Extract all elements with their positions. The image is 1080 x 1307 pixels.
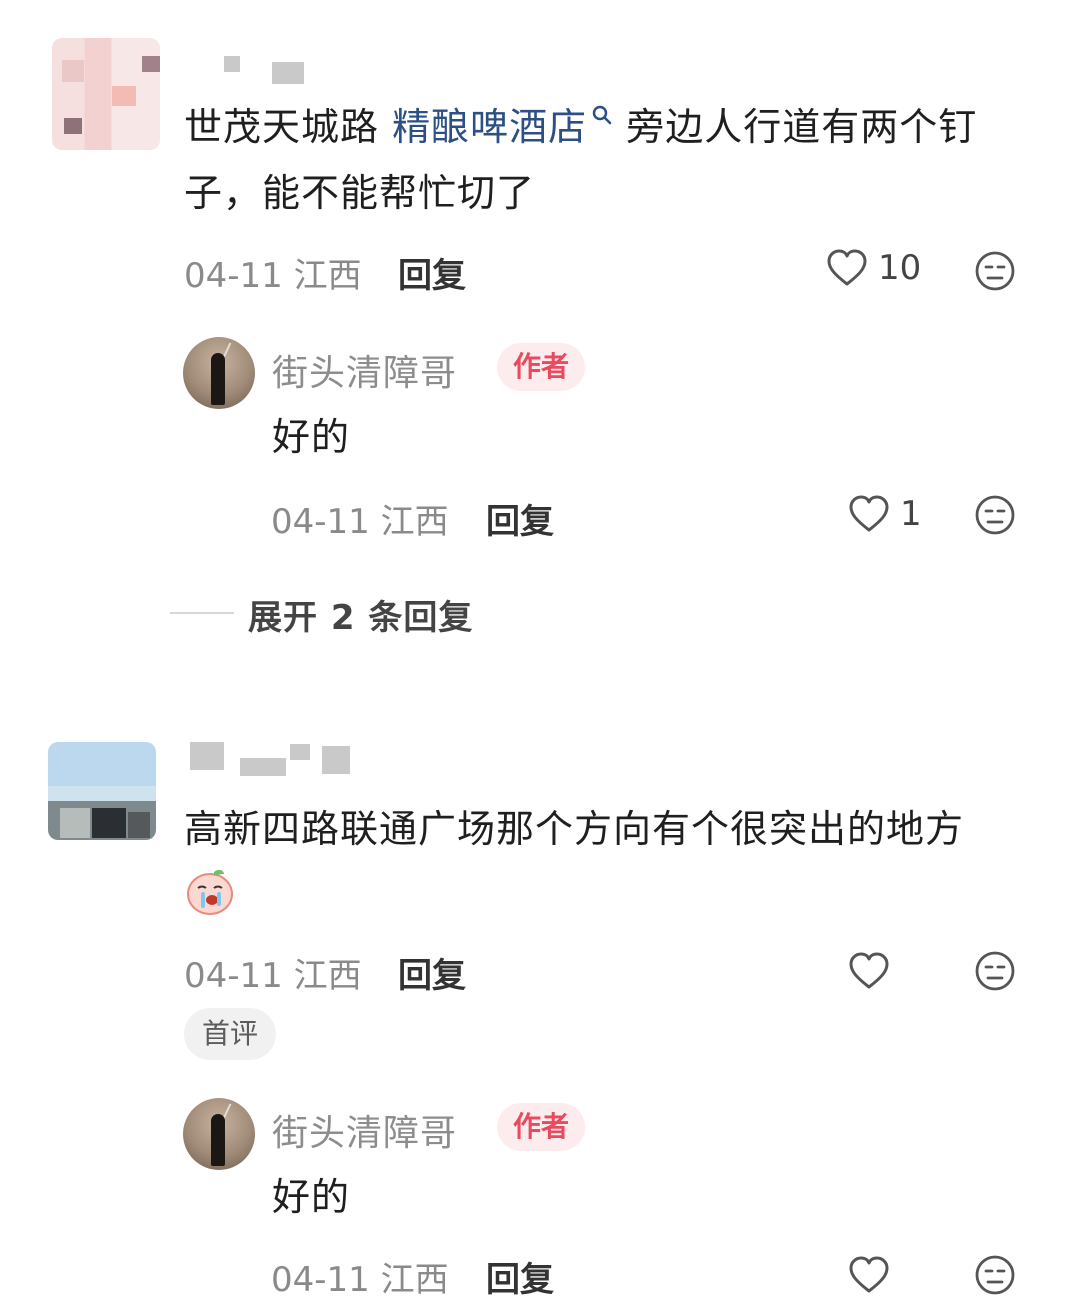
comment-search-link-label: 精酿啤酒店 <box>392 105 588 149</box>
sleepy-face-icon[interactable] <box>974 250 1016 292</box>
commenter-avatar[interactable] <box>48 742 156 840</box>
commenter-avatar[interactable] <box>52 38 160 150</box>
heart-icon[interactable] <box>848 952 890 990</box>
expand-replies-button[interactable]: 展开 2 条回复 <box>248 590 473 639</box>
comment-text-part: 旁边人行道有两个钉 <box>613 105 978 149</box>
reply-button[interactable]: 回复 <box>398 948 466 997</box>
commenter-name-redacted <box>272 62 304 84</box>
author-avatar[interactable] <box>183 1098 255 1170</box>
like-count: 10 <box>878 248 922 288</box>
heart-icon <box>849 495 889 532</box>
comment-text-part: 子，能不能帮忙切了 <box>184 171 536 215</box>
commenter-name-redacted <box>190 742 224 770</box>
reply-text: 好的 <box>272 415 351 459</box>
heart-icon[interactable] <box>848 1256 890 1294</box>
commenter-name-redacted <box>240 758 286 776</box>
comment-text-part: 世茂天城路 <box>184 105 393 149</box>
crying-peach-sticker <box>187 869 233 915</box>
sleepy-face-icon[interactable] <box>974 1254 1016 1296</box>
reply-text: 好的 <box>272 1175 351 1219</box>
author-name[interactable]: 街头清障哥 <box>272 344 457 396</box>
author-tag: 作者 <box>497 343 586 391</box>
reply-button[interactable]: 回复 <box>486 494 554 543</box>
comment-text: 世茂天城路 精酿啤酒店 旁边人行道有两个钉 子，能不能帮忙切了 <box>184 94 1044 226</box>
sleepy-face-icon[interactable] <box>974 950 1016 992</box>
like-button[interactable]: 10 <box>826 248 921 288</box>
sleepy-face-icon[interactable] <box>974 494 1016 536</box>
expand-divider <box>170 612 234 614</box>
like-count: 1 <box>900 494 922 534</box>
commenter-name-redacted <box>224 56 240 72</box>
commenter-name-redacted <box>322 746 350 774</box>
commenter-name-redacted <box>290 744 310 760</box>
reply-button[interactable]: 回复 <box>398 248 466 297</box>
comment-meta: 04-11 江西 <box>184 956 362 996</box>
author-tag: 作者 <box>497 1103 586 1151</box>
reply-button[interactable]: 回复 <box>486 1252 554 1301</box>
author-name[interactable]: 街头清障哥 <box>272 1104 457 1156</box>
comment-meta: 04-11 江西 <box>184 256 362 296</box>
like-button[interactable]: 1 <box>848 494 922 534</box>
comment-text: 高新四路联通广场那个方向有个很突出的地方 <box>184 807 965 851</box>
heart-icon <box>827 249 867 286</box>
reply-meta: 04-11 江西 <box>271 502 449 542</box>
comment-search-link[interactable]: 精酿啤酒店 <box>392 105 613 149</box>
search-icon <box>592 105 612 125</box>
author-avatar[interactable] <box>183 337 255 409</box>
first-comment-badge: 首评 <box>184 1008 277 1060</box>
reply-meta: 04-11 江西 <box>271 1260 449 1300</box>
